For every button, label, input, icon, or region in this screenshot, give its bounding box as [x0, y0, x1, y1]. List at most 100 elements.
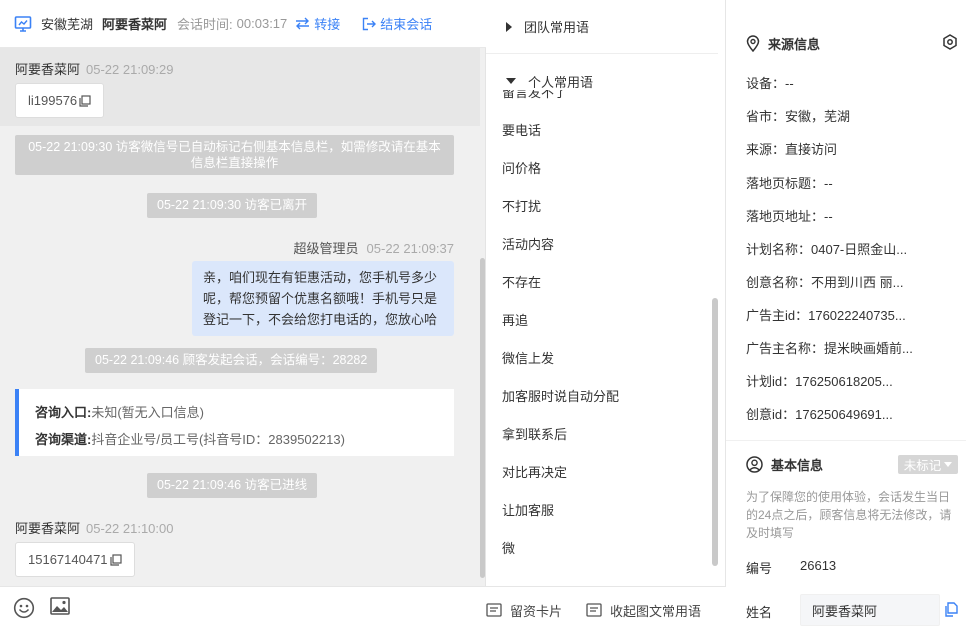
location-pin-icon: [746, 35, 760, 52]
user-circle-icon: [746, 456, 763, 473]
consult-channel-label: 咨询渠道:: [35, 432, 92, 447]
advertiser-id-info: 广告主id：176022240735...: [746, 308, 906, 323]
number-value: 26613: [800, 558, 837, 573]
phrase-item[interactable]: 微: [502, 538, 515, 557]
chat-panel: 安徽芜湖 阿要香菜阿 会话时间: 00:03:17 转接 结束会话 阿要香菜阿 0…: [0, 0, 486, 633]
chat-header: 安徽芜湖 阿要香菜阿 会话时间: 00:03:17 转接 结束会话: [0, 0, 486, 48]
message-text: li199576: [28, 93, 78, 108]
caret-down-icon: [506, 78, 516, 84]
end-session-label: 结束会话: [380, 17, 433, 32]
team-phrases-group[interactable]: 团队常用语: [486, 0, 718, 54]
caret-down-icon: [944, 462, 953, 467]
name-value: 阿要香菜阿: [812, 603, 878, 619]
province-info: 省市：安徽，芜湖: [746, 109, 851, 124]
phrase-item[interactable]: 让加客服: [502, 500, 554, 519]
section-divider: [726, 440, 966, 441]
consult-entry-row: 咨询入口:未知(暂无入口信息): [35, 399, 438, 426]
sender-name: 阿要香菜阿: [15, 521, 81, 536]
info-panel: 来源信息 设备：-- 省市：安徽，芜湖 来源：直接访问 落地页标题：-- 落地页…: [726, 0, 966, 633]
plan-id-info: 计划id：176250618205...: [746, 374, 893, 389]
image-icon[interactable]: [50, 597, 70, 615]
edit-notice: 为了保障您的使用体验，会话发生当日的24点之后，顾客信息将无法修改，请及时填写: [746, 490, 952, 540]
message-list[interactable]: 阿要香菜阿 05-22 21:09:29 li199576 05-22 21:09…: [0, 48, 480, 586]
copy-icon[interactable]: [79, 94, 91, 107]
phrase-item[interactable]: 拿到联系后: [502, 424, 567, 443]
phrase-item[interactable]: 不存在: [502, 272, 541, 291]
phrase-item[interactable]: 不打扰: [502, 196, 541, 215]
phrase-item[interactable]: 对比再决定: [502, 462, 567, 481]
system-note: 05-22 21:09:46 访客已进线: [147, 473, 318, 498]
consult-info-card: 咨询入口:未知(暂无入口信息) 咨询渠道:抖音企业号/员工号(抖音号ID：283…: [15, 389, 454, 456]
message-text: 15167140471: [28, 552, 108, 567]
name-label: 姓名: [746, 605, 773, 620]
source-info-label: 来源信息: [768, 37, 821, 52]
session-time-value: 00:03:17: [236, 16, 288, 31]
agent-name: 超级管理员: [293, 241, 359, 256]
copy-icon[interactable]: [109, 553, 122, 566]
agent-message-bubble[interactable]: 亲，咱们现在有钜惠活动，您手机号多少呢，帮您预留个优惠名额哦！手机号只是登记一下…: [192, 261, 454, 336]
visitor-name: 阿要香菜阿: [102, 17, 168, 32]
visitor-region: 安徽芜湖: [41, 17, 94, 32]
phrase-item[interactable]: 活动内容: [502, 234, 554, 253]
monitor-icon: [14, 15, 32, 32]
lead-card-label: 留资卡片: [510, 603, 563, 619]
agent-message-meta: 超级管理员 05-22 21:09:37: [294, 238, 454, 257]
system-note: 05-22 21:09:30 访客微信号已自动标记右侧基本信息栏，如需修改请在基…: [15, 135, 454, 175]
system-note: 05-22 21:09:30 访客已离开: [147, 193, 318, 218]
collapse-phrases-label: 收起图文常用语: [610, 603, 702, 619]
sender-name: 阿要香菜阿: [15, 62, 81, 77]
chat-scrollbar[interactable]: [480, 258, 485, 578]
team-phrases-label: 团队常用语: [524, 20, 590, 35]
system-note: 05-22 21:09:46 顾客发起会话，会话编号：28282: [85, 348, 378, 373]
emoji-icon[interactable]: [13, 597, 35, 619]
number-label: 编号: [746, 561, 773, 576]
phrase-item[interactable]: 要电话: [502, 120, 541, 139]
message-bubble[interactable]: 15167140471: [15, 542, 135, 577]
creative-id-info: 创意id：176250649691...: [746, 407, 893, 422]
collapse-phrases-button[interactable]: 收起图文常用语: [586, 601, 701, 620]
message-bubble[interactable]: li199576: [15, 83, 105, 118]
phrase-item[interactable]: 问价格: [502, 158, 541, 177]
transfer-label: 转接: [314, 17, 341, 32]
phrase-actions-bar: 留资卡片 收起图文常用语: [486, 586, 726, 633]
exit-icon: [363, 17, 377, 30]
message-meta: 阿要香菜阿 05-22 21:10:00: [15, 518, 173, 537]
settings-icon[interactable]: [942, 34, 958, 50]
advertiser-name-info: 广告主名称：提米映画婚前...: [746, 341, 913, 356]
consult-channel-value: 抖音企业号/员工号(抖音号ID：2839502213): [91, 432, 345, 447]
consult-entry-value: 未知(暂无入口信息): [91, 405, 205, 420]
message-timestamp: 05-22 21:09:37: [366, 241, 454, 256]
landing-url-info: 落地页地址：--: [746, 209, 833, 224]
lead-card-button[interactable]: 留资卡片: [486, 601, 562, 620]
creative-name-info: 创意名称：不用到川西 丽...: [746, 275, 904, 290]
phrases-scrollbar[interactable]: [712, 298, 718, 566]
message-timestamp: 05-22 21:09:29: [86, 62, 174, 77]
phrase-item[interactable]: 再追: [502, 310, 528, 329]
plan-name-info: 计划名称：0407-日照金山...: [746, 242, 908, 257]
copy-icon[interactable]: [944, 602, 958, 617]
end-session-button[interactable]: 结束会话: [362, 14, 432, 33]
session-time-label: 会话时间:: [177, 17, 233, 32]
message-timestamp: 05-22 21:10:00: [86, 521, 174, 536]
card-icon: [486, 603, 502, 617]
chat-input-toolbar: [0, 586, 486, 633]
list-icon: [586, 603, 602, 617]
device-info: 设备：--: [746, 76, 794, 91]
phrase-list: 留言发不了 要电话 问价格 不打扰 活动内容 不存在 再追 微信上发 加客服时说…: [486, 90, 712, 568]
source-info-title: 来源信息: [746, 34, 820, 53]
transfer-icon: [296, 17, 310, 30]
phrase-item[interactable]: 微信上发: [502, 348, 554, 367]
basic-info-label: 基本信息: [771, 458, 824, 473]
name-field[interactable]: 阿要香菜阿: [800, 594, 940, 626]
source-info: 来源：直接访问: [746, 142, 838, 157]
transfer-button[interactable]: 转接: [295, 14, 340, 33]
personal-phrases-label: 个人常用语: [528, 74, 594, 90]
consult-channel-row: 咨询渠道:抖音企业号/员工号(抖音号ID：2839502213): [35, 426, 438, 453]
basic-info-title: 基本信息: [746, 455, 823, 474]
message-meta: 阿要香菜阿 05-22 21:09:29: [15, 59, 173, 78]
tag-dropdown[interactable]: 未标记: [898, 455, 958, 474]
phrase-item[interactable]: 加客服时说自动分配: [502, 386, 619, 405]
phrase-item[interactable]: 留言发不了: [502, 90, 567, 101]
caret-right-icon: [506, 21, 512, 32]
visitor-message: 阿要香菜阿 05-22 21:09:29 li199576: [0, 48, 480, 126]
